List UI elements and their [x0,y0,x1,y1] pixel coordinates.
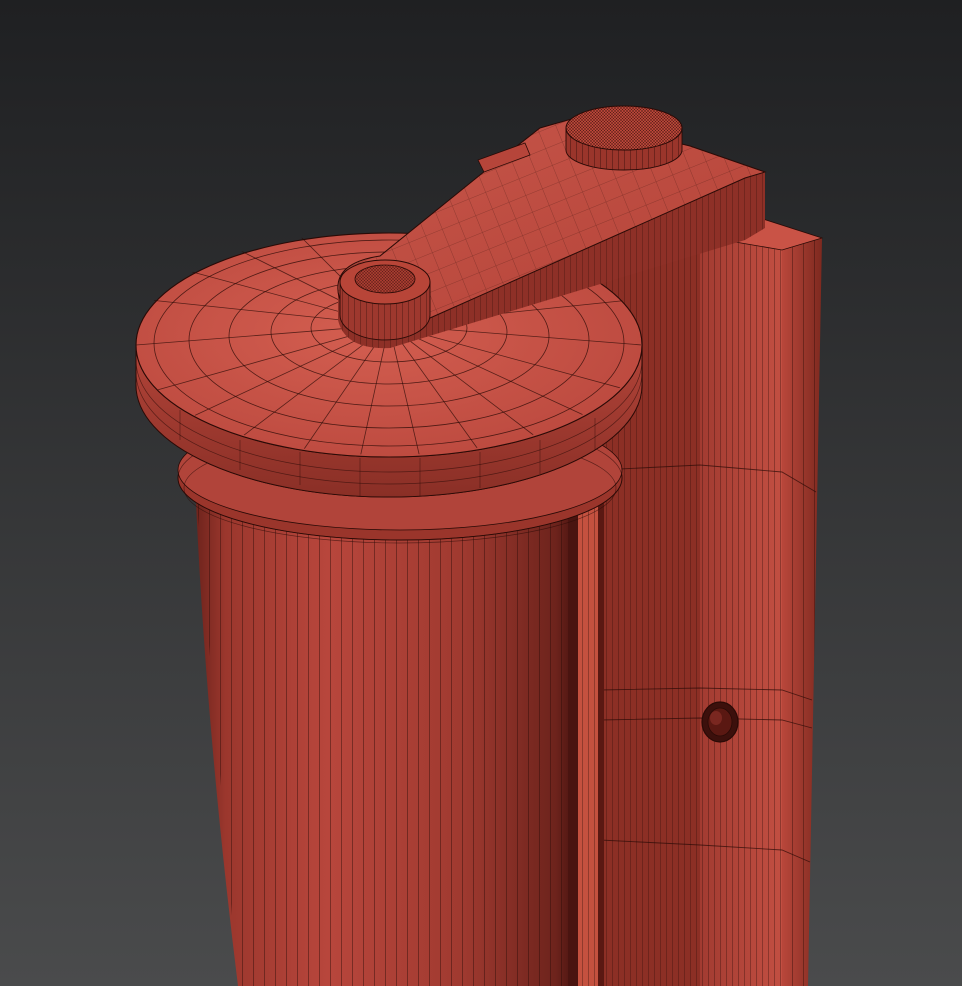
3d-viewport [0,0,962,986]
bracket-bolt-hole [701,701,739,743]
render-canvas [0,0,962,986]
pivot-knob-large [565,105,683,171]
pivot-knob-small [339,259,431,341]
